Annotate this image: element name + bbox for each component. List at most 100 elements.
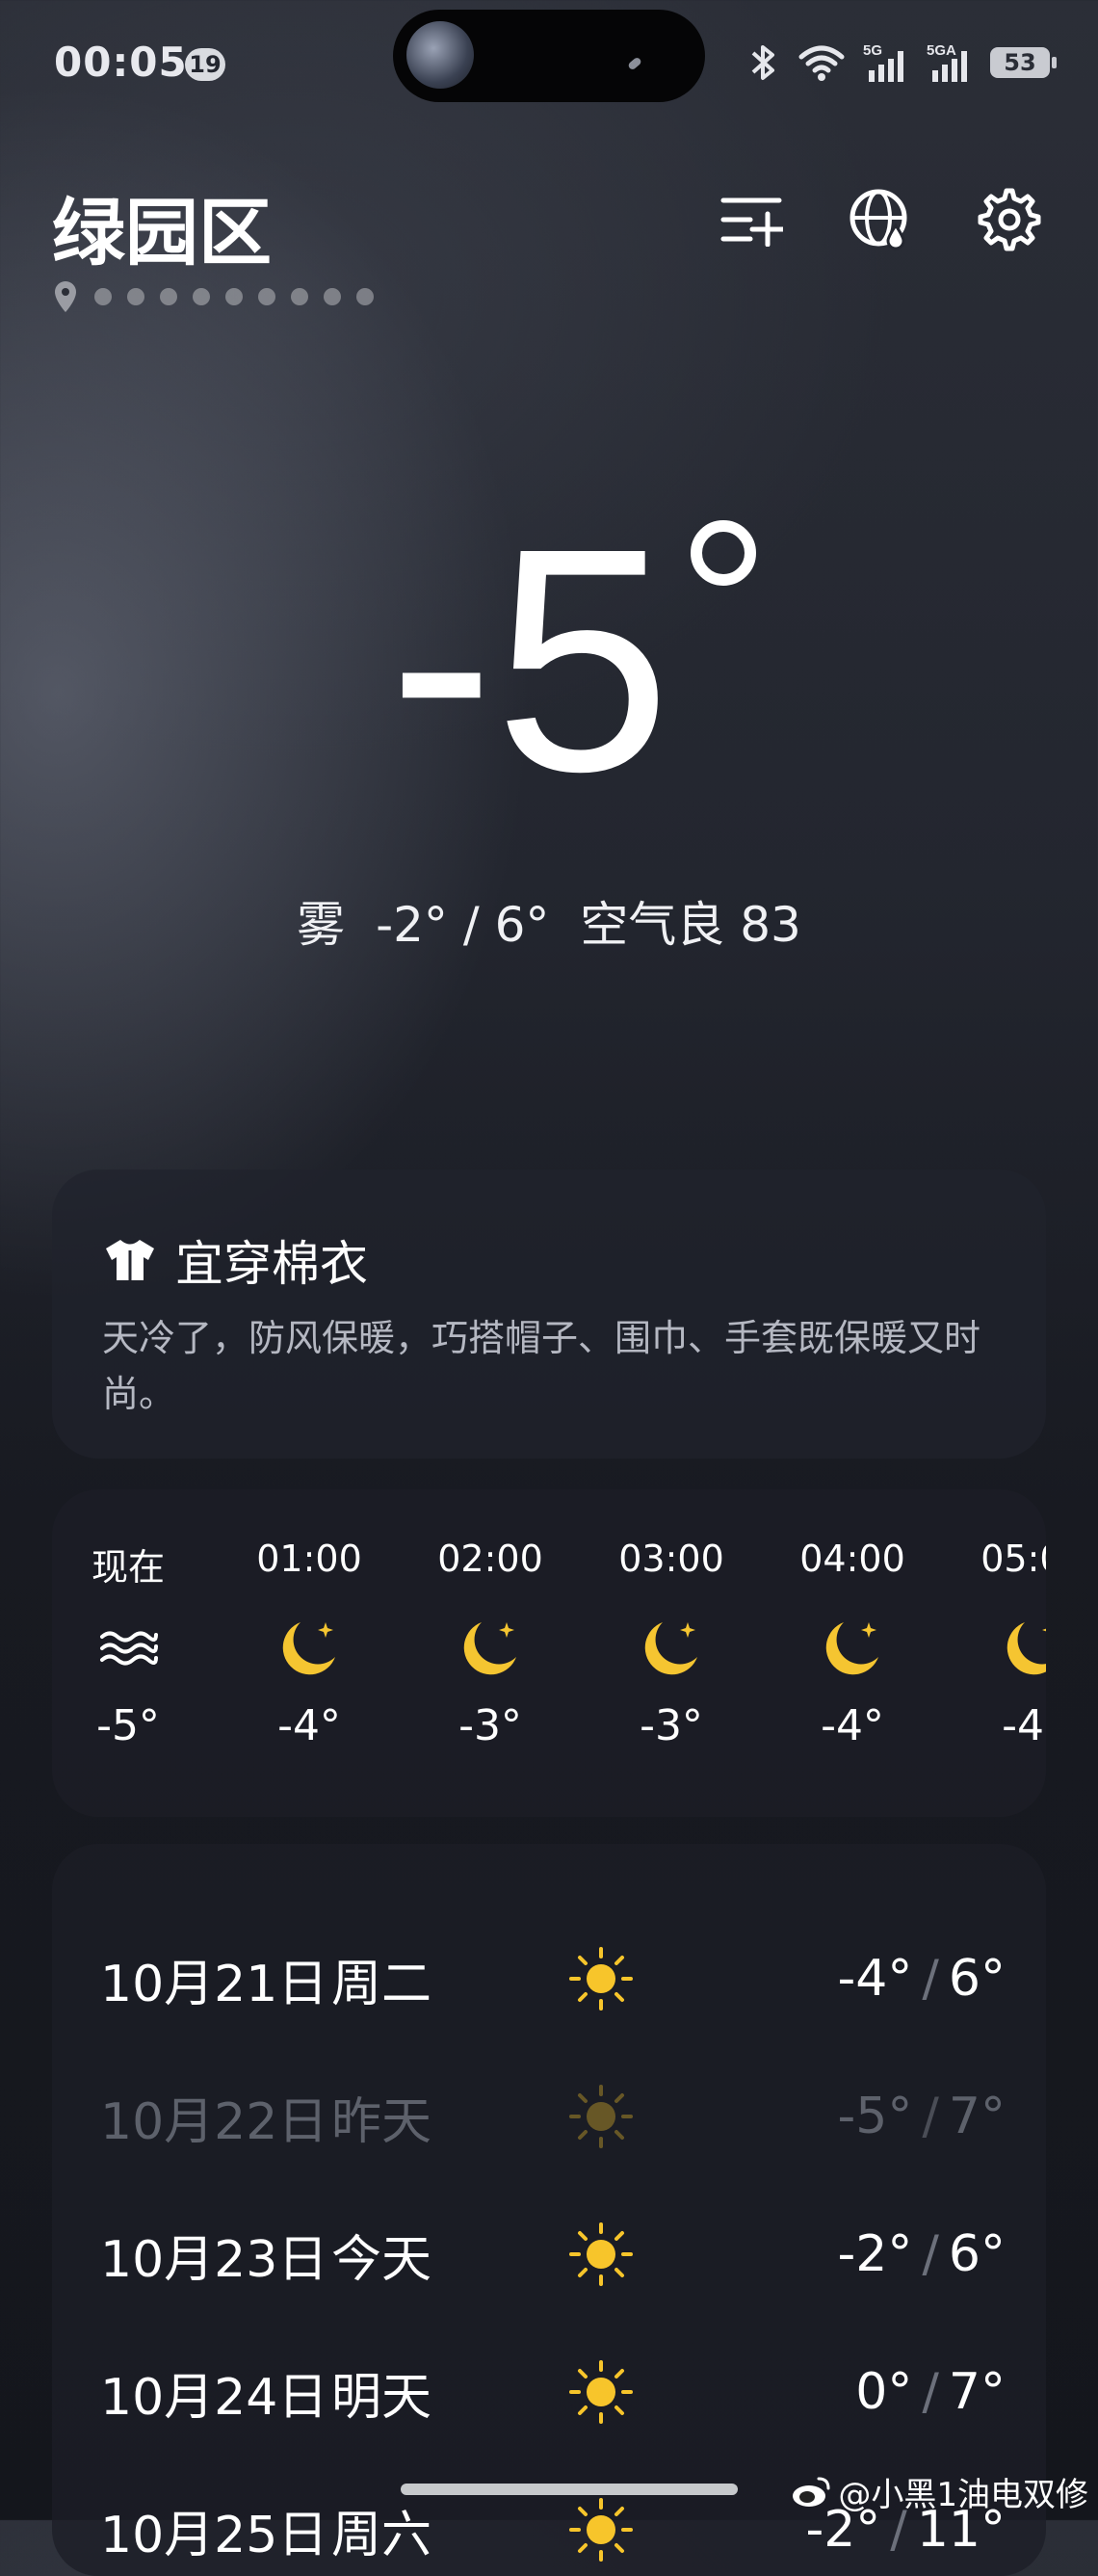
daily-row[interactable]: 10月21日 周二 -4°/6° <box>100 1940 1006 2017</box>
day-date: 10月21日 <box>100 1955 328 2013</box>
weibo-logo-icon <box>793 2477 830 2507</box>
hour-time: 01:00 <box>256 1538 362 1580</box>
sun-icon <box>569 2360 633 2424</box>
moon-star-icon <box>282 1622 335 1675</box>
daily-row[interactable]: 10月22日 昨天 -5°/7° <box>100 2078 1006 2155</box>
clothing-advice-card[interactable]: 宜穿棉衣 天冷了，防风保暖，巧搭帽子、围巾、手套既保暖又时尚。 <box>52 1170 1046 1459</box>
day-date: 10月22日 <box>100 2092 328 2151</box>
shirt-icon <box>106 1240 154 1280</box>
sun-icon <box>569 1947 633 2011</box>
wifi-icon <box>798 45 845 81</box>
day-date: 10月23日 <box>100 2230 328 2289</box>
global-weather-button[interactable] <box>846 185 915 254</box>
hour-time: 现在 <box>91 1546 165 1589</box>
day-temp-range: 0°/7° <box>855 2363 1006 2421</box>
daily-row[interactable]: 10月23日 今天 -2°/6° <box>100 2216 1006 2293</box>
hour-temp: -4° <box>821 1701 884 1750</box>
weather-condition: 雾 <box>297 897 346 953</box>
current-temperature-value: -5 <box>388 482 671 837</box>
hour-time: 03:00 <box>618 1538 724 1580</box>
hourly-forecast-card[interactable]: 现在 -5° 01:00 -4° 02:00 -3° 03:00 -3° 04:… <box>52 1489 1046 1817</box>
battery-indicator: 53 <box>990 47 1057 78</box>
day-high: 6° <box>948 2225 1006 2283</box>
gear-icon <box>978 188 1041 251</box>
page-dot <box>324 288 341 305</box>
hour-temp: -4° <box>1002 1701 1046 1750</box>
hour-temp: -3° <box>458 1701 522 1750</box>
page-dot <box>225 288 243 305</box>
hour-temp: -5° <box>96 1701 160 1750</box>
page-dot <box>127 288 144 305</box>
page-dot <box>193 288 210 305</box>
hourly-item: 05:00 -4° <box>961 1538 1046 1750</box>
city-name[interactable]: 绿园区 <box>52 173 272 279</box>
hour-time: 05:00 <box>980 1538 1046 1580</box>
home-indicator[interactable] <box>401 2484 738 2495</box>
signal-5ga-icon: 5GA <box>927 42 967 82</box>
moon-star-icon <box>463 1622 516 1675</box>
daily-forecast-card[interactable]: 10月21日 周二 -4°/6° 10月22日 昨天 -5° / 7° 10月2… <box>52 1844 1046 2576</box>
day-low: -5° <box>837 2088 913 2145</box>
day-low: -4° <box>837 1950 913 2008</box>
sun-icon <box>569 2222 633 2286</box>
globe-drop-icon <box>850 189 907 250</box>
day-high: 7° <box>948 2363 1006 2421</box>
signal-5g-icon: 5G <box>863 42 903 82</box>
day-low: 0° <box>855 2363 913 2421</box>
day-low: -2° <box>837 2225 913 2283</box>
page-dot <box>160 288 177 305</box>
svg-text:5GA: 5GA <box>927 42 956 59</box>
moon-star-icon <box>825 1622 878 1675</box>
island-indicator <box>627 56 642 71</box>
page-dot <box>356 288 374 305</box>
city-list-add-icon <box>720 197 783 247</box>
day-name: 明天 <box>331 2368 432 2427</box>
top-actions <box>717 185 1044 254</box>
degree-symbol <box>690 520 756 586</box>
day-high: 6° <box>948 1950 1006 2008</box>
hour-time: 02:00 <box>437 1538 543 1580</box>
day-name: 今天 <box>331 2230 432 2289</box>
hour-temp: -4° <box>277 1701 341 1750</box>
daily-row[interactable]: 10月24日 明天 0°/7° <box>100 2353 1006 2431</box>
sun-icon <box>569 2498 633 2562</box>
status-bar: 00:05 19 5G 5GA 53 <box>0 0 1098 116</box>
day-date: 10月24日 <box>100 2368 328 2427</box>
moon-star-icon <box>1006 1622 1046 1675</box>
hourly-item: 04:00 -4° <box>780 1538 925 1750</box>
advice-title: 宜穿棉衣 <box>175 1236 368 1292</box>
hour-temp: -3° <box>640 1701 703 1750</box>
temperature-range: -2° / 6° <box>376 897 550 953</box>
day-name: 周二 <box>331 1955 432 2013</box>
settings-button[interactable] <box>975 185 1044 254</box>
hourly-item: 03:00 -3° <box>599 1538 744 1750</box>
advice-title-row: 宜穿棉衣 <box>102 1225 368 1295</box>
city-page-indicator[interactable] <box>52 279 374 314</box>
hour-time: 04:00 <box>799 1538 905 1580</box>
air-quality: 空气良 83 <box>580 897 801 953</box>
day-high: 7° <box>948 2088 1006 2145</box>
system-icons: 5G 5GA 53 <box>747 39 1057 87</box>
dynamic-island[interactable] <box>393 10 705 102</box>
svg-text:5G: 5G <box>863 42 882 59</box>
moon-star-icon <box>644 1622 697 1675</box>
watermark: @小黑1油电双修 <box>790 2468 1088 2515</box>
now-playing-avatar <box>406 21 474 89</box>
sun-icon <box>569 2085 633 2148</box>
bluetooth-icon <box>751 45 774 80</box>
notification-count-badge: 19 <box>185 48 225 81</box>
hourly-item: 01:00 -4° <box>237 1538 381 1750</box>
manage-cities-button[interactable] <box>717 185 786 254</box>
day-name: 昨天 <box>331 2092 432 2151</box>
hourly-item: 现在 -5° <box>56 1538 200 1750</box>
location-pin-icon <box>55 281 76 312</box>
day-date: 10月25日 <box>100 2506 328 2564</box>
status-time: 00:05 <box>54 39 188 86</box>
page-dot <box>291 288 308 305</box>
day-name: 周六 <box>331 2506 432 2564</box>
weather-summary[interactable]: 雾 -2° / 6° 空气良 83 <box>0 886 1098 956</box>
current-temperature: -5 <box>0 501 1098 819</box>
hourly-item: 02:00 -3° <box>418 1538 562 1750</box>
page-dot <box>94 288 112 305</box>
day-temp-range: -2°/6° <box>837 2225 1006 2283</box>
